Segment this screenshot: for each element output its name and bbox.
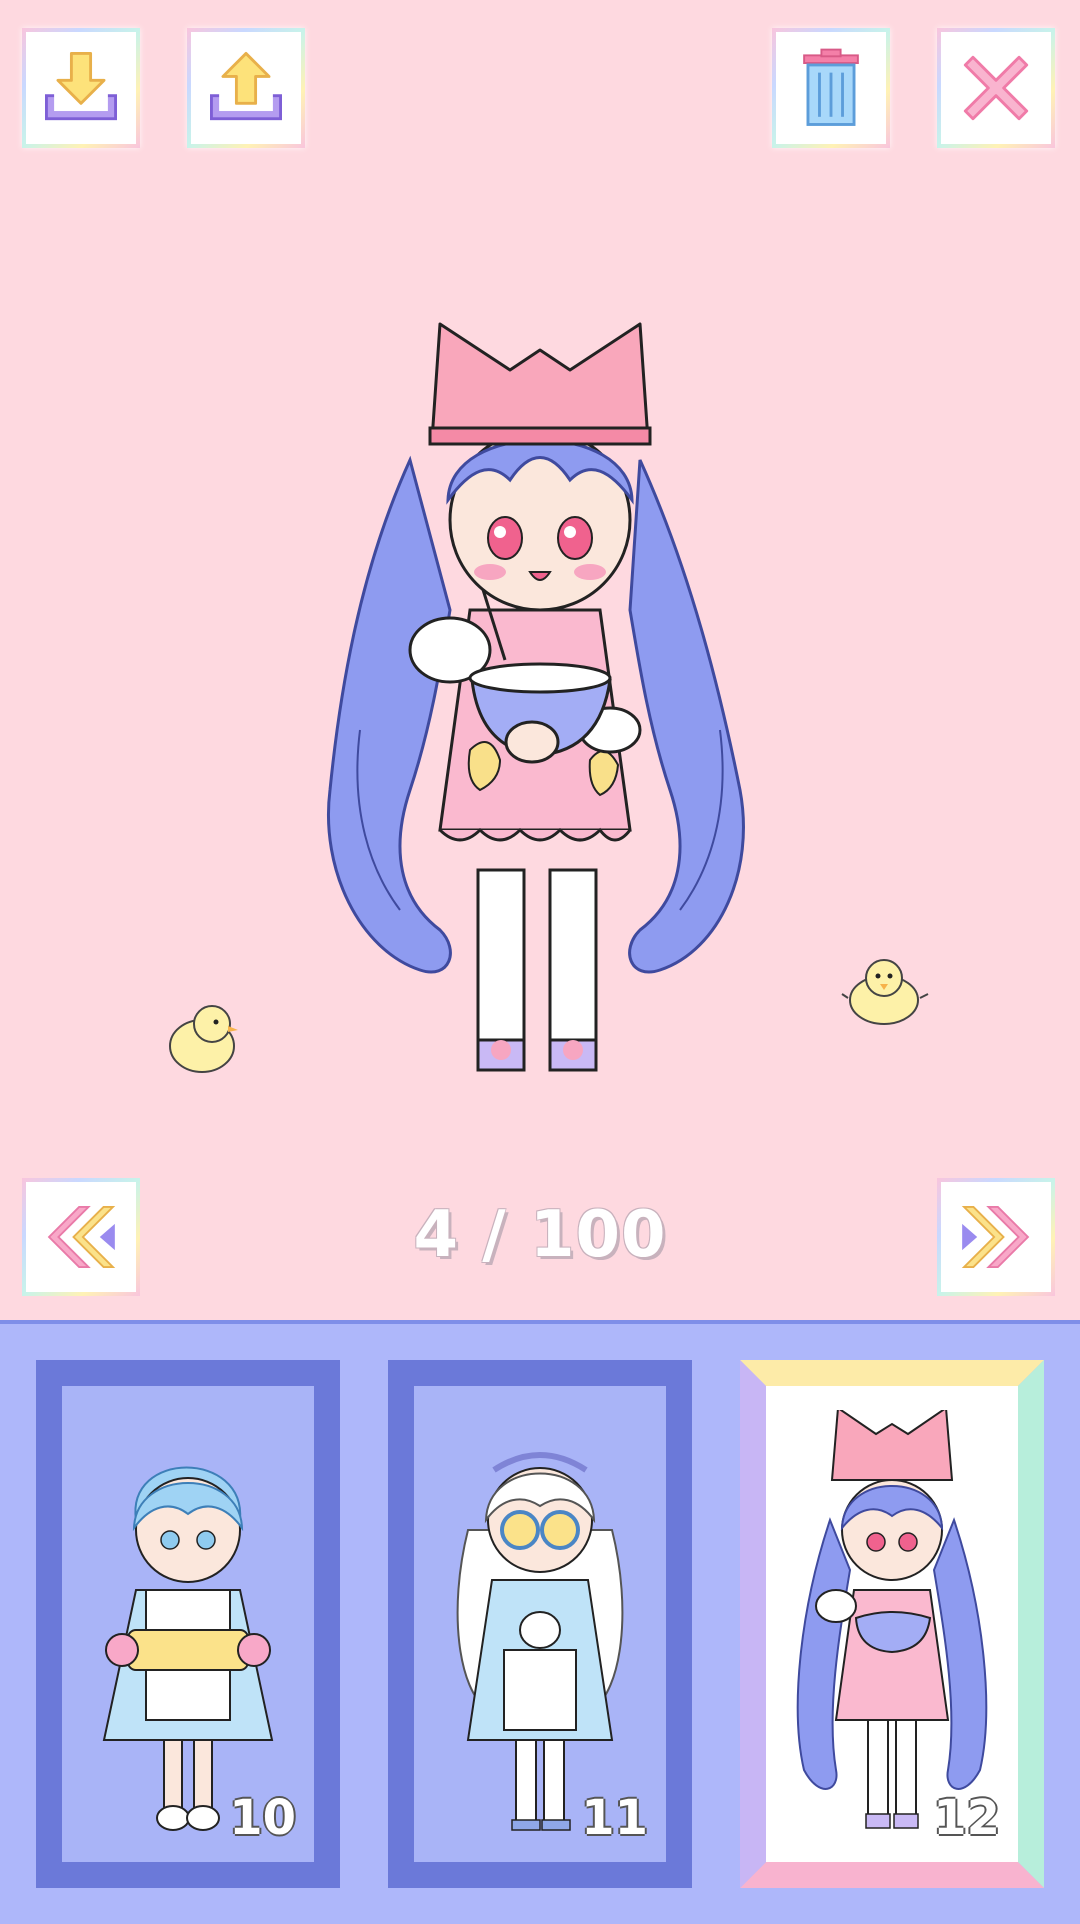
close-icon (963, 55, 1029, 121)
trash-icon (803, 48, 859, 126)
download-button[interactable] (22, 28, 140, 148)
double-chevron-right-icon (961, 1205, 1030, 1269)
upload-button[interactable] (187, 28, 305, 148)
delete-button[interactable] (772, 28, 890, 148)
double-chevron-left-icon (47, 1205, 116, 1269)
upload-icon (210, 52, 282, 121)
outfit-thumbnail (102, 1466, 274, 1831)
outfit-number: 11 (581, 1790, 648, 1846)
outfit-selector-panel: 10 11 12 (0, 1320, 1080, 1924)
outfit-slot-11[interactable]: 11 (388, 1360, 692, 1888)
outfit-number: 12 (933, 1790, 1000, 1846)
chick-decoration (169, 1005, 238, 1073)
page-counter: 4 / 100 (413, 1198, 667, 1272)
outfit-slot-12[interactable]: 12 (740, 1360, 1044, 1888)
chick-decoration (841, 959, 929, 1025)
next-page-button[interactable] (937, 1178, 1055, 1296)
close-button[interactable] (937, 28, 1055, 148)
character-preview (300, 310, 780, 1110)
previous-page-button[interactable] (22, 1178, 140, 1296)
outfit-thumbnail (796, 1410, 988, 1829)
outfit-number: 10 (229, 1790, 296, 1846)
outfit-slot-10[interactable]: 10 (36, 1360, 340, 1888)
download-icon (45, 52, 117, 121)
outfit-thumbnail (456, 1452, 624, 1831)
